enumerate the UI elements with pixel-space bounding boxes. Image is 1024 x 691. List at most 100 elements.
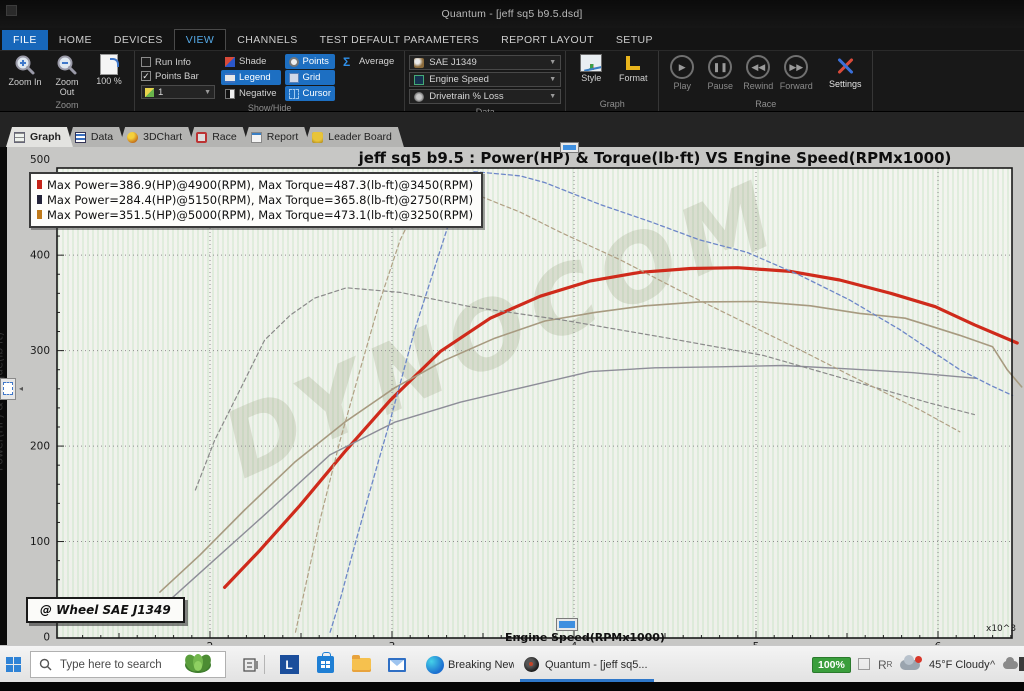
style-button[interactable]: Style: [571, 54, 611, 83]
legend-icon: [225, 73, 235, 83]
page-100-icon: [100, 54, 118, 75]
screen-bottom-bezel: [0, 682, 1024, 691]
chart-area: DYNOCOM 500400300200100023456 jeff sq5 b…: [0, 147, 1024, 645]
pinned-app-l[interactable]: L: [276, 646, 302, 683]
ribbon-tab-view[interactable]: VIEW: [174, 29, 226, 50]
forward-button[interactable]: ▶▶Forward: [777, 55, 815, 91]
edge-news-label[interactable]: Breaking News, Lat...: [448, 646, 514, 683]
tray-window-icon[interactable]: [858, 658, 870, 670]
pause-button[interactable]: ❚❚Pause: [701, 55, 739, 91]
ribbon-group-show-hide: Run Info✓Points Bar 1▼ ShadeLegendNegativ…: [135, 51, 405, 111]
ribbon-tab-test-default-parameters[interactable]: TEST DEFAULT PARAMETERS: [309, 30, 491, 50]
tab-report[interactable]: Report: [243, 127, 311, 147]
grid-button[interactable]: Grid: [285, 70, 336, 85]
points-bar-checkbox[interactable]: ✓: [141, 71, 151, 81]
run-info-checkbox-row[interactable]: Run Info: [141, 55, 215, 69]
format-icon: [623, 54, 643, 72]
battery-indicator[interactable]: 100%: [812, 646, 851, 683]
tray-app-r-icon[interactable]: RR: [878, 646, 892, 683]
run-info-label: Run Info: [155, 57, 191, 68]
average-button[interactable]: Σ Average: [339, 54, 398, 69]
ribbon-tab-file[interactable]: FILE: [2, 30, 48, 50]
ribbon-tab-home[interactable]: HOME: [48, 30, 103, 50]
tray-expand-caret[interactable]: ^: [990, 646, 995, 683]
taskbar: Type here to search L Breaking Ne: [0, 645, 1024, 682]
quantum-task-button[interactable]: Quantum - [jeff sq5...: [524, 646, 650, 683]
legend-button[interactable]: Legend: [221, 70, 281, 85]
l-app-icon: L: [280, 655, 299, 674]
curve-run3-torque: [296, 185, 960, 632]
cursor-handle-top[interactable]: [560, 142, 579, 153]
sae-j1349-dropdown[interactable]: SAE J1349▼: [409, 55, 561, 70]
ribbon-tab-bar: FILEHOMEDEVICESVIEWCHANNELSTEST DEFAULT …: [0, 28, 1024, 50]
sae-j1349-icon: [414, 58, 424, 68]
group-label-zoom: Zoom: [4, 99, 130, 112]
start-button[interactable]: [6, 646, 21, 683]
x-axis-exponent: x10^3: [986, 624, 1016, 634]
zoom-out-button[interactable]: Zoom Out: [47, 54, 87, 98]
group-label-graph: Graph: [570, 98, 654, 111]
play-icon: ▶: [670, 55, 694, 79]
plot-border: [57, 168, 1012, 638]
chevron-down-icon: ▼: [204, 89, 211, 96]
drivetrain-loss-dropdown[interactable]: Drivetrain % Loss▼: [409, 89, 561, 104]
weather-cloud-icon: [900, 660, 920, 670]
x-tick-label: 2: [207, 641, 214, 645]
play-button[interactable]: ▶Play: [663, 55, 701, 91]
axis-scroll-widget[interactable]: [0, 378, 16, 400]
settings-button[interactable]: Settings: [822, 55, 868, 89]
points-bar-checkbox-row[interactable]: ✓Points Bar: [141, 69, 215, 83]
data-tab-icon: [75, 132, 86, 143]
cursor-button[interactable]: Cursor: [285, 86, 336, 101]
pinned-app-store[interactable]: [312, 646, 338, 683]
tab-data[interactable]: Data: [67, 127, 125, 147]
format-button[interactable]: Format: [613, 54, 653, 83]
tab-3dchart[interactable]: 3DChart: [119, 127, 194, 147]
run-info-checkbox[interactable]: [141, 57, 151, 67]
onedrive-tray-icon[interactable]: [1003, 646, 1018, 683]
cursor-handle-fill: [563, 145, 576, 150]
zoom-100-button[interactable]: 100 %: [89, 54, 129, 86]
ribbon-tab-channels[interactable]: CHANNELS: [226, 30, 308, 50]
x-tick-label: 5: [753, 641, 760, 645]
ribbon-tab-setup[interactable]: SETUP: [605, 30, 664, 50]
rewind-button[interactable]: ◀◀Rewind: [739, 55, 777, 91]
task-view-button[interactable]: [238, 646, 264, 683]
chevron-down-icon: ▼: [549, 59, 556, 66]
y-tick-label: 0: [43, 632, 50, 644]
tab-race[interactable]: Race: [188, 127, 249, 147]
edge-button[interactable]: [422, 646, 448, 683]
negative-button[interactable]: Negative: [221, 86, 281, 101]
ribbon-group-race: ▶Play❚❚Pause◀◀Rewind▶▶ForwardSettings Ra…: [659, 51, 873, 111]
y-axis-label: Power(HP) & Torque(lb·ft): [0, 287, 6, 517]
series-selector-dropdown[interactable]: 1▼: [141, 85, 215, 99]
pinned-app-explorer[interactable]: [348, 646, 374, 683]
points-button[interactable]: Points: [285, 54, 336, 69]
ribbon-tab-devices[interactable]: DEVICES: [103, 30, 174, 50]
style-icon: [580, 54, 602, 72]
active-app-indicator: [520, 679, 654, 682]
negative-icon: [225, 89, 235, 99]
tab-leader-board[interactable]: Leader Board: [304, 127, 404, 147]
settings-tools-icon: [834, 55, 856, 77]
shade-icon: [225, 57, 235, 67]
legend-marker: [37, 210, 42, 219]
file-explorer-icon: [352, 658, 371, 672]
forward-icon: ▶▶: [784, 55, 808, 79]
pinned-app-mail[interactable]: [384, 646, 410, 683]
shade-button[interactable]: Shade: [221, 54, 281, 69]
weather-widget[interactable]: 45°F Cloudy: [900, 646, 990, 683]
search-placeholder: Type here to search: [60, 659, 162, 671]
zoom-in-button[interactable]: Zoom In: [5, 54, 45, 87]
sigma-icon: Σ: [343, 56, 355, 68]
x-axis-label: Engine Speed(RPMx1000): [455, 631, 715, 644]
engine-speed-dropdown[interactable]: Engine Speed▼: [409, 72, 561, 87]
points-icon: [289, 57, 299, 67]
tab-graph[interactable]: Graph: [6, 127, 73, 147]
search-highlight-icon[interactable]: [182, 646, 214, 683]
ribbon-tab-report-layout[interactable]: REPORT LAYOUT: [490, 30, 605, 50]
cursor-handle-bottom[interactable]: [556, 618, 578, 631]
tray-clipped-icon[interactable]: [1019, 657, 1024, 671]
legend-box: Max Power=386.9(HP)@4900(RPM), Max Torqu…: [29, 172, 483, 228]
y-tick-label: 500: [30, 154, 50, 166]
